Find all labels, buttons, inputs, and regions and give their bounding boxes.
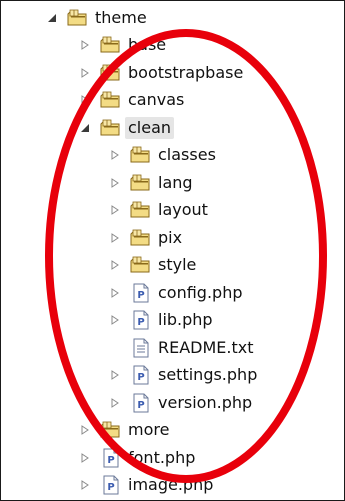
collapsed-arrow-icon[interactable] [78, 66, 92, 80]
tree-node-classes[interactable]: classes [0, 142, 343, 170]
tree-node-label: config.php [158, 282, 243, 302]
php-file-icon: P [100, 475, 122, 495]
tree-node-label: style [158, 255, 197, 275]
tree-node-label: classes [158, 145, 216, 165]
php-file-icon: P [100, 448, 122, 468]
package-folder-icon [100, 63, 122, 83]
tree-node-label: README.txt [158, 337, 254, 357]
svg-text:P: P [137, 317, 144, 328]
tree-node-theme[interactable]: theme [0, 4, 343, 32]
tree-node-lib-php[interactable]: P lib.php [0, 307, 343, 335]
tree-node-bootstrapbase[interactable]: bootstrapbase [0, 59, 343, 87]
collapsed-arrow-icon[interactable] [108, 231, 122, 245]
package-folder-icon [100, 90, 122, 110]
collapsed-arrow-icon[interactable] [78, 423, 92, 437]
tree-node-version-php[interactable]: P version.php [0, 389, 343, 417]
package-folder-icon [100, 118, 122, 138]
tree-node-label: version.php [158, 392, 253, 412]
tree-node-label: lang [158, 172, 193, 192]
tree-node-label: base [128, 35, 167, 55]
collapsed-arrow-icon[interactable] [108, 286, 122, 300]
tree-node-label: settings.php [158, 365, 258, 385]
tree-node-clean[interactable]: clean [0, 114, 343, 142]
collapsed-arrow-icon[interactable] [108, 313, 122, 327]
package-folder-icon [130, 228, 152, 248]
svg-text:P: P [137, 290, 144, 301]
tree-node-label: theme [95, 7, 147, 27]
package-folder-icon [130, 173, 152, 193]
tree-node-label: pix [158, 227, 183, 247]
tree-node-label: bootstrapbase [128, 62, 244, 82]
tree-node-base[interactable]: base [0, 32, 343, 60]
collapsed-arrow-icon[interactable] [108, 368, 122, 382]
tree-node-pix[interactable]: pix [0, 224, 343, 252]
package-folder-icon [100, 35, 122, 55]
package-folder-icon [130, 145, 152, 165]
svg-text:P: P [137, 400, 144, 411]
collapsed-arrow-icon[interactable] [78, 451, 92, 465]
tree-node-label: more [128, 420, 170, 440]
php-file-icon: P [130, 365, 152, 385]
php-file-icon: P [130, 283, 152, 303]
tree-node-config-php[interactable]: P config.php [0, 279, 343, 307]
tree-node-label: lib.php [158, 310, 213, 330]
tree-node-lang[interactable]: lang [0, 169, 343, 197]
tree-node-label: canvas [128, 90, 185, 110]
collapsed-arrow-icon[interactable] [78, 93, 92, 107]
collapsed-arrow-icon[interactable] [78, 38, 92, 52]
package-folder-icon [100, 420, 122, 440]
collapsed-arrow-icon[interactable] [108, 148, 122, 162]
tree-node-label: font.php [128, 447, 196, 467]
svg-text:P: P [107, 455, 114, 466]
php-file-icon: P [130, 310, 152, 330]
collapsed-arrow-icon[interactable] [108, 203, 122, 217]
tree-node-label: image.php [128, 475, 214, 495]
php-file-icon: P [130, 393, 152, 413]
package-folder-icon [130, 255, 152, 275]
collapsed-arrow-icon[interactable] [108, 396, 122, 410]
tree-node-style[interactable]: style [0, 252, 343, 280]
tree-node-canvas[interactable]: canvas [0, 87, 343, 115]
expanded-arrow-icon[interactable] [78, 121, 92, 135]
package-folder-icon [67, 8, 89, 28]
tree-node-label: layout [158, 200, 208, 220]
tree-node-settings-php[interactable]: P settings.php [0, 362, 343, 390]
tree-node-layout[interactable]: layout [0, 197, 343, 225]
collapsed-arrow-icon[interactable] [108, 176, 122, 190]
collapsed-arrow-icon[interactable] [108, 258, 122, 272]
expanded-arrow-icon[interactable] [45, 11, 59, 25]
package-folder-icon [130, 200, 152, 220]
project-tree: theme base bootstrapbase canvas clean cl… [0, 4, 343, 499]
text-file-icon [130, 338, 152, 358]
collapsed-arrow-icon[interactable] [78, 478, 92, 492]
svg-text:P: P [107, 482, 114, 493]
tree-node-image-php[interactable]: P image.php [0, 472, 343, 500]
tree-node-readme-txt[interactable]: README.txt [0, 334, 343, 362]
tree-node-more[interactable]: more [0, 417, 343, 445]
tree-node-font-php[interactable]: P font.php [0, 444, 343, 472]
tree-node-label: clean [125, 116, 175, 139]
svg-text:P: P [137, 372, 144, 383]
